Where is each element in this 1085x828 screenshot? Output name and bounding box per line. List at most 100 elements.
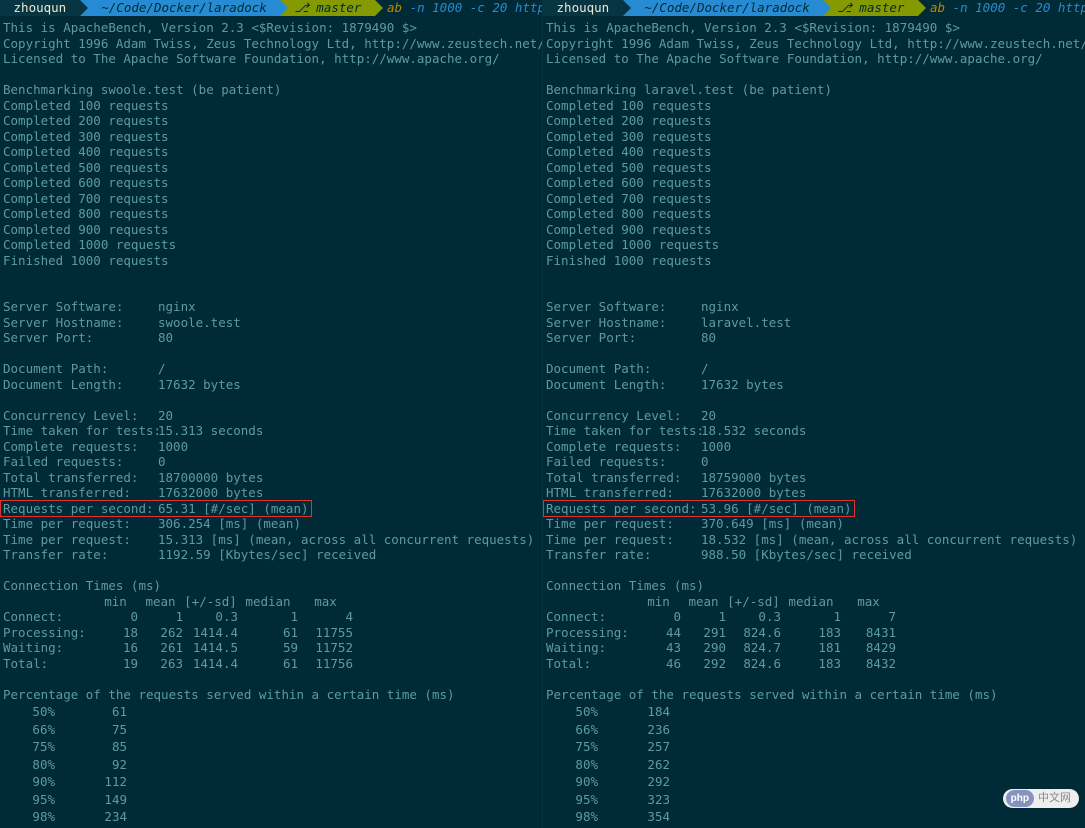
- ct-row: Waiting:43290824.71818429: [546, 640, 896, 656]
- server-info-row: Server Software:nginx: [3, 299, 539, 315]
- header-line: Copyright 1996 Adam Twiss, Zeus Technolo…: [546, 36, 1082, 52]
- pc-row: 66%236: [548, 722, 670, 738]
- rps-val: 65.31 [#/sec] (mean): [158, 501, 309, 516]
- header-line: Licensed to The Apache Software Foundati…: [546, 51, 1082, 67]
- server-info-val: nginx: [701, 299, 739, 314]
- pc-row: 98%354: [548, 809, 670, 825]
- prompt-bar: zhouqun ~/Code/Docker/laradock ⎇ master …: [543, 0, 1085, 16]
- stats-val: 18759000 bytes: [701, 470, 806, 485]
- stats2-row: Time per request:306.254 [ms] (mean): [3, 516, 539, 532]
- stats-row: Concurrency Level:20: [3, 408, 539, 424]
- ct-row: Connect:010.314: [3, 609, 353, 625]
- progress-line: Completed 300 requests: [3, 129, 539, 145]
- chevron-right-icon: [823, 0, 831, 16]
- stats-row: Complete requests:1000: [3, 439, 539, 455]
- stats-key: Complete requests:: [3, 439, 158, 455]
- server-info-key: Server Port:: [546, 330, 701, 346]
- rps-val: 53.96 [#/sec] (mean): [701, 501, 852, 516]
- progress-line: Completed 1000 requests: [3, 237, 539, 253]
- pc-row: 50%184: [548, 704, 670, 720]
- pc-row: 66%75: [5, 722, 127, 738]
- chevron-right-icon: [280, 0, 288, 16]
- ct-title: Connection Times (ms): [3, 578, 539, 594]
- stats-val: 0: [701, 454, 709, 469]
- pc-title: Percentage of the requests served within…: [3, 687, 539, 703]
- header-line: Licensed to The Apache Software Foundati…: [3, 51, 539, 67]
- stats2-val: 306.254 [ms] (mean): [158, 516, 301, 531]
- server-info-key: Server Software:: [3, 299, 158, 315]
- git-branch-icon: ⎇: [294, 0, 308, 15]
- doc-info-key: Document Length:: [546, 377, 701, 393]
- percentile-table: 50%6166%7575%8580%9290%11295%14998%23499…: [3, 702, 129, 828]
- terminal-output: This is ApacheBench, Version 2.3 <$Revis…: [0, 16, 542, 828]
- watermark-badge: php 中文网: [1003, 789, 1079, 809]
- header-line: This is ApacheBench, Version 2.3 <$Revis…: [546, 20, 1082, 36]
- stats-val: 1000: [158, 439, 188, 454]
- server-info-val: nginx: [158, 299, 196, 314]
- pc-title: Percentage of the requests served within…: [546, 687, 1082, 703]
- doc-info-row: Document Length:17632 bytes: [3, 377, 539, 393]
- ct-row: Processing:44291824.61838431: [546, 625, 896, 641]
- progress-line: Completed 400 requests: [546, 144, 1082, 160]
- terminal-split: zhouqun ~/Code/Docker/laradock ⎇ master …: [0, 0, 1085, 828]
- stats-val: 1000: [701, 439, 731, 454]
- doc-info-row: Document Path:/: [3, 361, 539, 377]
- watermark-text: 中文网: [1038, 791, 1071, 807]
- command-line[interactable]: ab -n 1000 -c 20 http://laravel.test: [926, 0, 1085, 15]
- git-branch-icon: ⎇: [837, 0, 851, 15]
- stats-val: 17632000 bytes: [158, 485, 263, 500]
- benchmarking-line: Benchmarking swoole.test (be patient): [3, 82, 539, 98]
- progress-line: Completed 300 requests: [546, 129, 1082, 145]
- stats-row: Time taken for tests:18.532 seconds: [546, 423, 1082, 439]
- ct-row: Processing:182621414.46111755: [3, 625, 353, 641]
- progress-line: Completed 900 requests: [3, 222, 539, 238]
- stats-val: 0: [158, 454, 166, 469]
- chevron-right-icon: [623, 0, 631, 16]
- server-info-row: Server Software:nginx: [546, 299, 1082, 315]
- header-line: This is ApacheBench, Version 2.3 <$Revis…: [3, 20, 539, 36]
- rps-row: Requests per second:65.31 [#/sec] (mean): [3, 501, 539, 517]
- doc-info-key: Document Length:: [3, 377, 158, 393]
- command-line[interactable]: ab -n 1000 -c 20 http://swoole.test/: [383, 0, 542, 15]
- stats-key: HTML transferred:: [546, 485, 701, 501]
- pc-row: 75%85: [5, 739, 127, 755]
- stats-key: Concurrency Level:: [546, 408, 701, 424]
- prompt-branch: ⎇ master: [288, 0, 375, 16]
- progress-line: Completed 200 requests: [546, 113, 1082, 129]
- ct-header: minmean[+/-sd]medianmax: [546, 594, 896, 610]
- stats-val: 20: [701, 408, 716, 423]
- rps-key: Requests per second:: [3, 501, 158, 517]
- stats2-key: Time per request:: [3, 532, 158, 548]
- stats-val: 15.313 seconds: [158, 423, 263, 438]
- stats-key: Failed requests:: [3, 454, 158, 470]
- stats-row: Time taken for tests:15.313 seconds: [3, 423, 539, 439]
- server-info-key: Server Hostname:: [3, 315, 158, 331]
- left-pane[interactable]: zhouqun ~/Code/Docker/laradock ⎇ master …: [0, 0, 542, 828]
- stats-row: Failed requests:0: [546, 454, 1082, 470]
- percentile-table: 50%18466%23675%25780%26290%29295%32398%3…: [546, 702, 672, 828]
- stats-val: 17632000 bytes: [701, 485, 806, 500]
- prompt-user: zhouqun: [0, 0, 80, 16]
- stats-row: HTML transferred:17632000 bytes: [546, 485, 1082, 501]
- stats-row: Total transferred:18759000 bytes: [546, 470, 1082, 486]
- progress-line: Completed 600 requests: [546, 175, 1082, 191]
- stats-val: 18700000 bytes: [158, 470, 263, 485]
- stats-val: 18.532 seconds: [701, 423, 806, 438]
- stats-row: Total transferred:18700000 bytes: [3, 470, 539, 486]
- stats-key: Time taken for tests:: [546, 423, 701, 439]
- ct-row: Connect:010.317: [546, 609, 896, 625]
- progress-line: Completed 100 requests: [3, 98, 539, 114]
- stats2-val: 18.532 [ms] (mean, across all concurrent…: [701, 532, 1077, 547]
- pc-row: 95%149: [5, 792, 127, 808]
- doc-info-row: Document Path:/: [546, 361, 1082, 377]
- stats2-key: Time per request:: [546, 532, 701, 548]
- stats2-row: Transfer rate:1192.59 [Kbytes/sec] recei…: [3, 547, 539, 563]
- pc-row: 95%323: [548, 792, 670, 808]
- stats-row: Complete requests:1000: [546, 439, 1082, 455]
- stats2-key: Time per request:: [3, 516, 158, 532]
- stats2-val: 988.50 [Kbytes/sec] received: [701, 547, 912, 562]
- ct-row: Total:192631414.46111756: [3, 656, 353, 672]
- right-pane[interactable]: zhouqun ~/Code/Docker/laradock ⎇ master …: [543, 0, 1085, 828]
- progress-line: Completed 700 requests: [546, 191, 1082, 207]
- server-info-key: Server Hostname:: [546, 315, 701, 331]
